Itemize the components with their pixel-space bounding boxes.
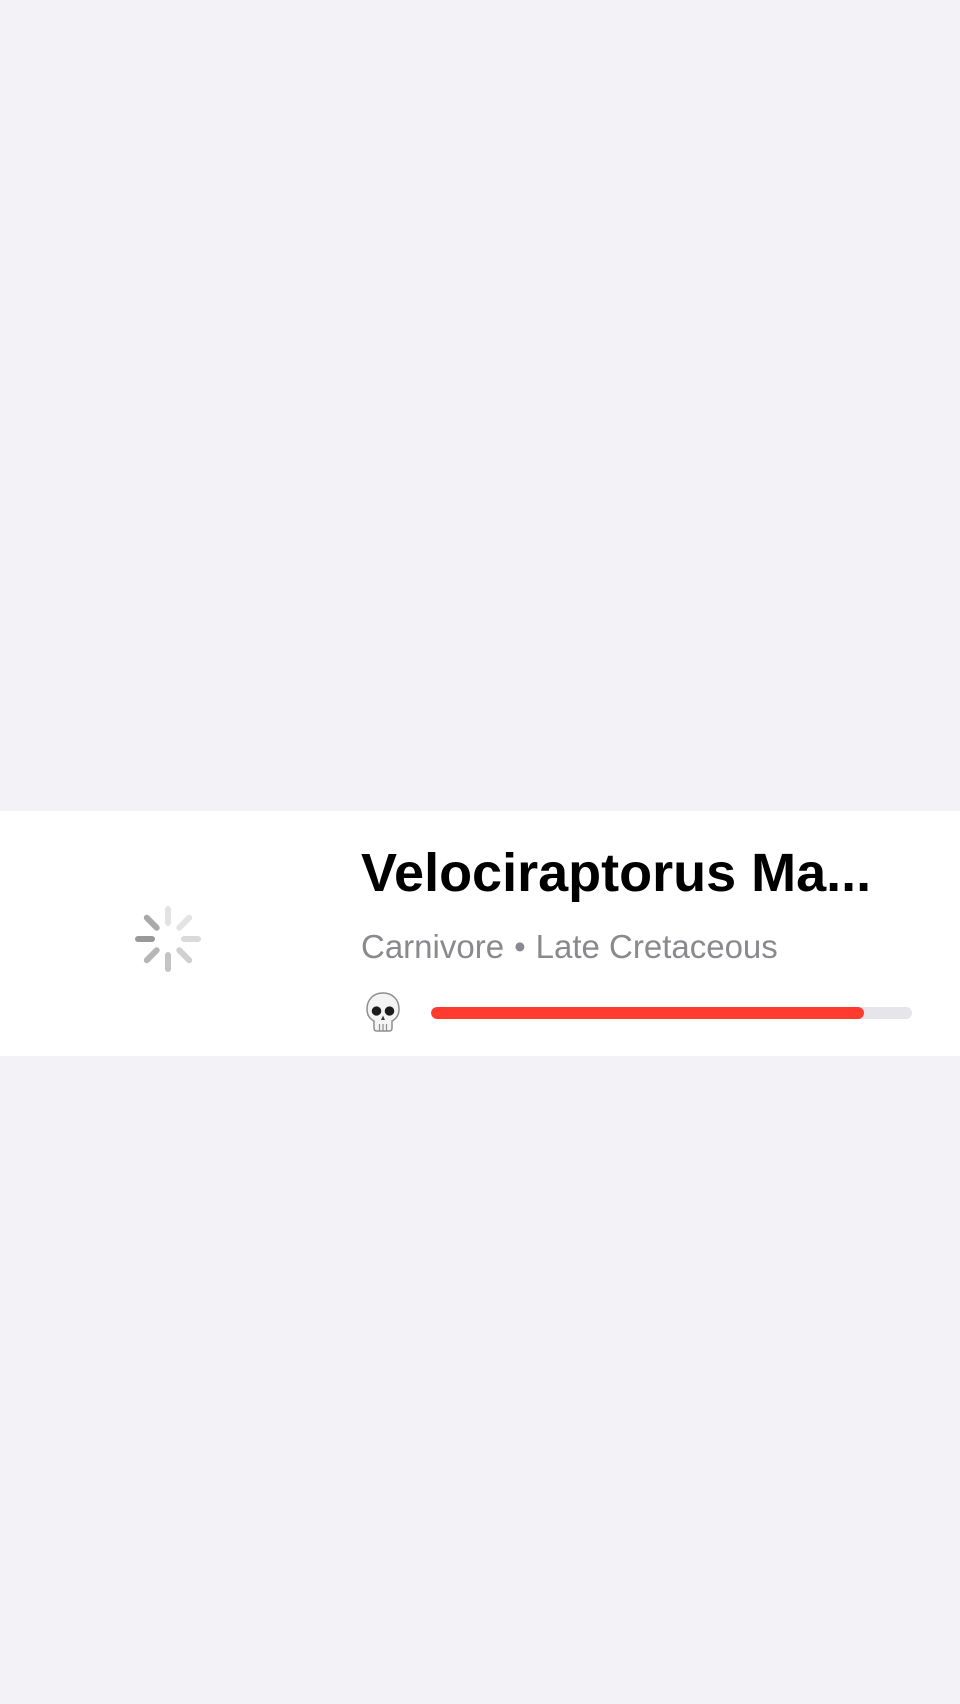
dinosaur-info: Velociraptorus Ma... Carnivore • Late Cret…: [361, 811, 916, 1056]
danger-meter-fill: [431, 1007, 864, 1019]
diet-label: Carnivore: [361, 928, 505, 965]
skull-icon: [366, 992, 400, 1032]
period-label: Late Cretaceous: [535, 928, 778, 965]
dinosaur-list-item[interactable]: Velociraptorus Ma... Carnivore • Late Cret…: [0, 811, 960, 1056]
dinosaur-meta: Carnivore • Late Cretaceous: [361, 927, 778, 967]
spinner-icon: [135, 906, 201, 972]
meta-separator: •: [514, 928, 526, 965]
dinosaur-name: Velociraptorus Ma...: [361, 843, 872, 903]
thumbnail-placeholder: [0, 811, 340, 1056]
danger-meter: [431, 1007, 912, 1019]
